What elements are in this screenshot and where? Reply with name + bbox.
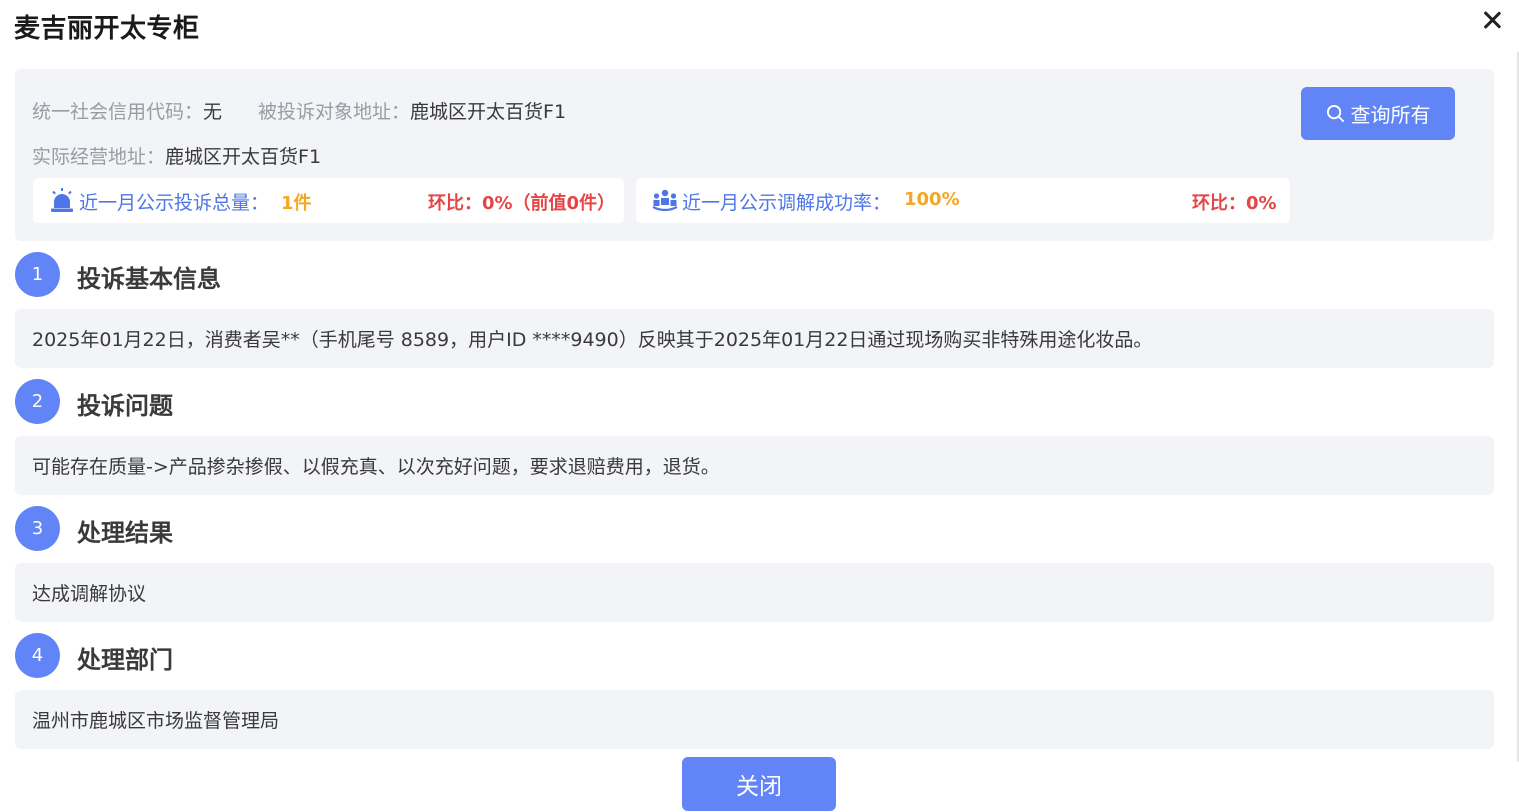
mediation-ratio: 环比：0% xyxy=(1192,193,1277,214)
section-number-badge: 2 xyxy=(15,379,60,424)
query-all-label: 查询所有 xyxy=(1350,103,1431,127)
query-all-button[interactable]: 查询所有 xyxy=(1301,87,1455,140)
mediation-rate-value: 100% xyxy=(904,189,960,210)
complaint-total-label: 近一月公示投诉总量： xyxy=(79,192,270,214)
section-number-badge: 4 xyxy=(15,633,60,678)
mediation-stat-card: 近一月公示调解成功率： 100% 环比：0% xyxy=(636,178,1290,223)
mediation-rate-label: 近一月公示调解成功率： xyxy=(682,192,892,214)
section-title-complaint-issue: 投诉问题 xyxy=(77,392,173,420)
complaint-address: 被投诉对象地址：鹿城区开太百货F1 xyxy=(258,97,566,124)
complaint-stat-card: 近一月公示投诉总量： 1件 环比：0%（前值0件） xyxy=(33,178,624,223)
dialog-title: 麦吉丽开太专柜 xyxy=(14,14,200,44)
complaint-ratio: 环比：0%（前值0件） xyxy=(428,193,616,214)
section-title-department: 处理部门 xyxy=(77,646,173,674)
complaint-address-label: 被投诉对象地址： xyxy=(258,101,411,123)
actual-address-label: 实际经营地址： xyxy=(32,146,166,168)
merchant-info-panel: 统一社会信用代码：无 被投诉对象地址：鹿城区开太百货F1 实际经营地址：鹿城区开… xyxy=(15,69,1494,241)
close-icon[interactable] xyxy=(1478,6,1506,34)
section-title-result: 处理结果 xyxy=(77,519,173,547)
credit-code-value: 无 xyxy=(203,101,223,123)
close-button[interactable]: 关闭 xyxy=(682,757,836,811)
actual-address-value: 鹿城区开太百货F1 xyxy=(165,146,322,168)
people-group-icon xyxy=(652,189,678,212)
section-content-basic-info: 2025年01月22日，消费者吴**（手机尾号 8589，用户ID ****94… xyxy=(15,309,1494,368)
credit-code: 统一社会信用代码：无 xyxy=(32,97,222,124)
complaint-address-value: 鹿城区开太百货F1 xyxy=(410,101,567,123)
section-content-result: 达成调解协议 xyxy=(15,563,1494,622)
search-icon xyxy=(1326,104,1344,123)
section-number-badge: 1 xyxy=(15,252,60,297)
section-content-department: 温州市鹿城区市场监督管理局 xyxy=(15,690,1494,749)
section-number-badge: 3 xyxy=(15,506,60,551)
section-content-complaint-issue: 可能存在质量->产品掺杂掺假、以假充真、以次充好问题，要求退赔费用，退货。 xyxy=(15,436,1494,495)
credit-code-label: 统一社会信用代码： xyxy=(32,101,204,123)
complaint-total-value: 1件 xyxy=(281,193,312,214)
alarm-light-icon xyxy=(51,188,73,212)
actual-address: 实际经营地址：鹿城区开太百货F1 xyxy=(32,142,321,169)
section-title-basic-info: 投诉基本信息 xyxy=(77,265,221,293)
